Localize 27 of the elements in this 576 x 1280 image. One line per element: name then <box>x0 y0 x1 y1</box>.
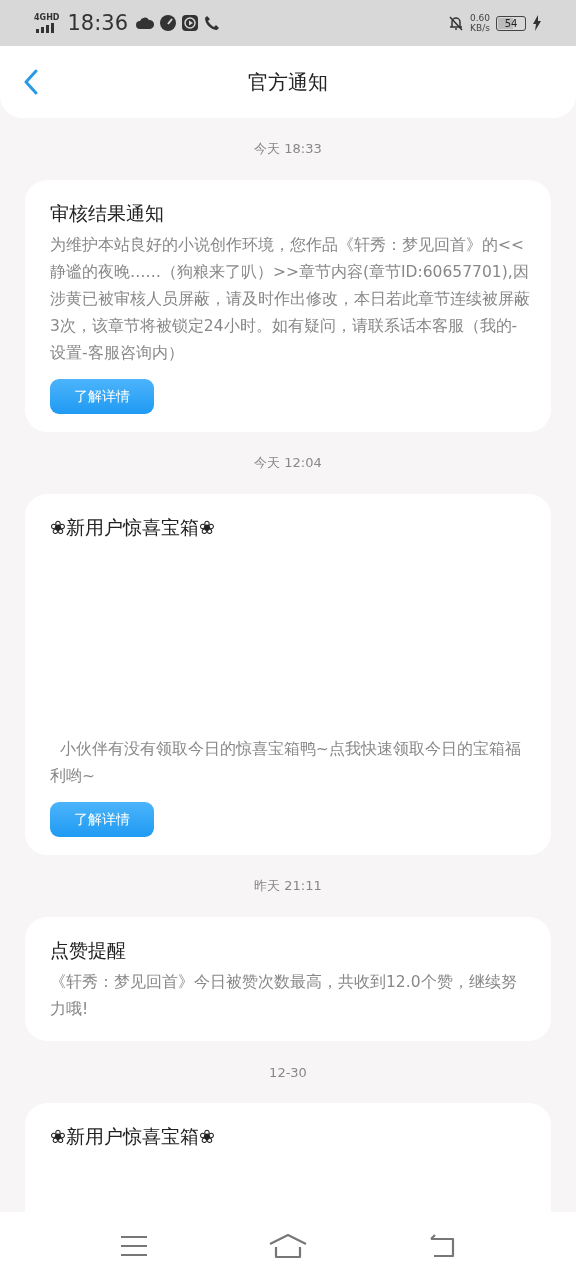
network-label: 4GHD <box>34 13 60 22</box>
details-button[interactable]: 了解详情 <box>50 802 154 837</box>
menu-icon[interactable] <box>120 1235 149 1257</box>
message-text: 为维护本站良好的小说创作环境，您作品《轩秀：梦见回首》的<<静谧的夜晚……（狗粮来了叭）>>章节内容(章节ID:60657701),因涉黄已被审核人员屏蔽，请及时作出修改，本日若此章节连续被屏蔽3次，该章节将被锁定24小时。如有疑问，请联系话本客服（我的-设置-客服咨询内） <box>50 235 531 364</box>
page-title: 官方通知 <box>248 68 328 96</box>
details-button[interactable]: 了解详情 <box>50 379 154 414</box>
speed-unit: KB/s <box>470 23 490 33</box>
home-icon[interactable] <box>269 1233 307 1259</box>
message-text: 《轩秀：梦见回首》今日被赞次数最高，共收到12.0个赞，继续努力哦! <box>50 972 518 1020</box>
play-icon <box>182 15 198 31</box>
message-title: ❀新用户惊喜宝箱❀ <box>50 1124 216 1149</box>
message-time: 昨天 21:11 <box>254 877 322 895</box>
clock: 18:36 <box>67 11 128 35</box>
message-time: 今天 18:33 <box>254 140 322 158</box>
speed-value: 0.60 <box>469 13 490 23</box>
message-title: 点赞提醒 <box>50 938 127 963</box>
message-title: 审核结果通知 <box>50 201 165 226</box>
message-text: 小伙伴有没有领取今日的惊喜宝箱鸭~点我快速领取今日的宝箱福利哟~ <box>50 739 522 787</box>
phone-icon <box>204 15 220 31</box>
message-time: 今天 12:04 <box>254 454 322 472</box>
back-icon[interactable] <box>24 69 38 95</box>
gauge-icon <box>160 15 176 31</box>
message-time: 12-30 <box>269 1064 307 1080</box>
muted-bell-icon <box>447 15 464 31</box>
battery-percent: 54 <box>504 17 518 29</box>
message-title: ❀新用户惊喜宝箱❀ <box>50 515 216 540</box>
cloud-icon <box>136 16 154 30</box>
